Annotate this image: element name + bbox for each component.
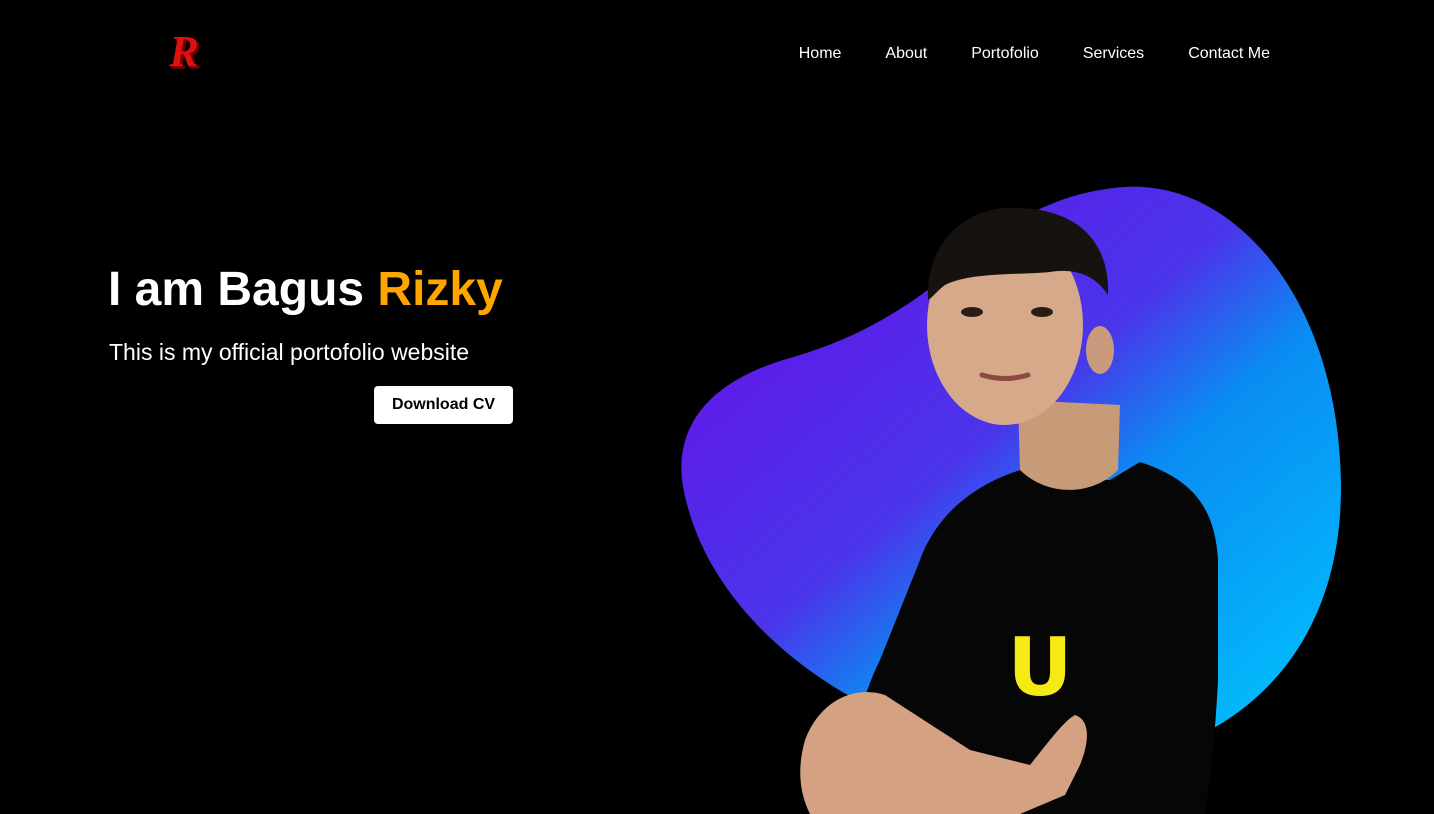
portfolio-page: R R Home About Portofolio Services Conta… (0, 0, 1434, 814)
nav-contact-me[interactable]: Contact Me (1188, 44, 1270, 64)
hero-title-name: I am Bagus (108, 263, 378, 316)
download-cv-button[interactable]: Download CV (374, 386, 513, 424)
nav-services[interactable]: Services (1083, 44, 1144, 64)
nav-about[interactable]: About (885, 44, 927, 64)
right-eye (1031, 307, 1053, 317)
hero-subtitle: This is my official portofolio website (109, 339, 470, 365)
nav-portofolio[interactable]: Portofolio (971, 44, 1039, 64)
svg-text:R: R (168, 28, 198, 76)
main-nav: Home About Portofolio Services Contact M… (799, 44, 1270, 64)
hero-art: U (670, 180, 1360, 814)
hero-title-accent: Rizky (377, 263, 503, 316)
hero-title: I am Bagus Rizky (108, 262, 503, 318)
left-eye (961, 307, 983, 317)
shirt-logo: U (1008, 621, 1073, 714)
nav-home[interactable]: Home (799, 44, 842, 64)
hero-illustration: U (681, 186, 1341, 814)
site-logo[interactable]: R R (162, 28, 210, 76)
ear (1086, 326, 1114, 374)
r-monogram-logo-icon: R R (168, 28, 201, 76)
